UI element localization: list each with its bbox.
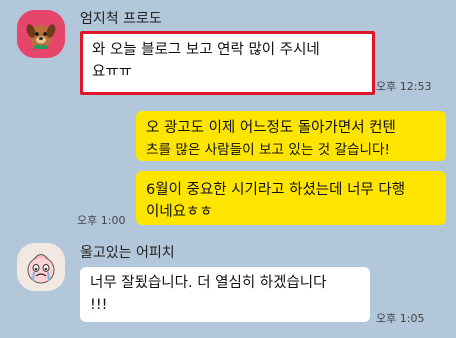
message-text: 이네요ㅎㅎ: [146, 204, 213, 220]
message-time: 오후 1:00: [77, 214, 126, 227]
avatar-frodo[interactable]: [17, 10, 65, 58]
crying-apeach-icon: [17, 243, 65, 291]
incoming-message-bubble[interactable]: 와 오늘 블로그 보고 연락 많이 주시네 요ㅠㅠ: [80, 31, 375, 95]
sender-name: 엄지척 프로도: [80, 11, 162, 27]
outgoing-message-bubble[interactable]: 6월이 중요한 시기라고 하셨는데 너무 다행 이네요ㅎㅎ: [136, 171, 446, 225]
message-text: 츠를 많은 사람들이 보고 있는 것 갈습니다!: [146, 142, 390, 158]
message-text: 6월이 중요한 시기라고 하셨는데 너무 다행: [146, 182, 406, 198]
frodo-dog-icon: [17, 10, 65, 58]
outgoing-message-bubble[interactable]: 오 광고도 이제 어느정도 돌아가면서 컨텐 츠를 많은 사람들이 보고 있는 …: [136, 111, 446, 161]
incoming-message-bubble[interactable]: 너무 잘됬습니다. 더 열심히 하겠습니다 !!!: [80, 267, 370, 322]
message-text: 너무 잘됬습니다. 더 열심히 하겠습니다: [90, 275, 327, 291]
message-text: 와 오늘 블로그 보고 연락 많이 주시네: [92, 42, 320, 58]
message-time: 오후 12:53: [376, 80, 432, 93]
sender-name: 울고있는 어피치: [80, 245, 175, 261]
message-time: 오후 1:05: [376, 312, 425, 325]
message-text: 오 광고도 이제 어느정도 돌아가면서 컨텐: [146, 120, 396, 136]
message-text: 요ㅠㅠ: [92, 64, 133, 80]
avatar-apeach[interactable]: [17, 243, 65, 291]
message-text: !!!: [90, 297, 108, 313]
